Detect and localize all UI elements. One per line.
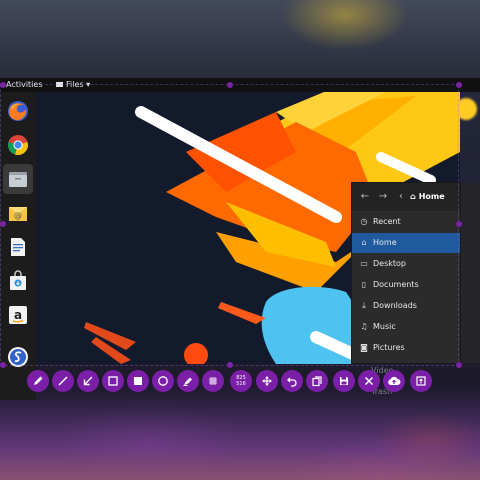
save-tool-button[interactable] [333, 370, 355, 392]
arrow-icon [83, 376, 93, 386]
chevron-left-icon: ‹ [399, 191, 403, 202]
sidebar-item-music[interactable]: ♫ Music [352, 317, 460, 337]
dock-item-software[interactable] [3, 266, 33, 296]
arrow-left-icon: ← [360, 191, 370, 202]
path-bar-home[interactable]: ⌂ Home [410, 189, 445, 205]
line-icon [58, 376, 68, 386]
line-tool-button[interactable] [52, 370, 74, 392]
writer-icon [11, 238, 25, 256]
pencil-tool-button[interactable] [27, 370, 49, 392]
activities-button[interactable]: Activities [6, 78, 43, 92]
blurred-bottom-area [0, 400, 480, 480]
music-icon: ♫ [360, 322, 368, 331]
blurred-top-area [0, 0, 480, 78]
sidebar-item-desktop[interactable]: ▭ Desktop [352, 254, 460, 274]
dock-item-chrome[interactable] [3, 130, 33, 160]
sidebar-item-label: Home [373, 238, 397, 247]
resize-handle-right[interactable] [456, 221, 462, 227]
cloud-upload-icon [388, 376, 401, 385]
selection-size-indicator: 825 516 [230, 370, 252, 392]
forward-button[interactable]: → [376, 189, 390, 205]
svg-text:a: a [14, 308, 22, 322]
software-icon [10, 270, 26, 290]
resize-handle-left[interactable] [0, 221, 6, 227]
dock: @ a [0, 92, 36, 400]
pin-tool-button[interactable] [410, 370, 432, 392]
close-icon [364, 376, 374, 386]
download-icon: ⤓ [362, 301, 366, 310]
pixelate-icon [209, 377, 217, 385]
marker-icon [183, 377, 192, 386]
rectangle-outline-icon [108, 376, 118, 386]
move-tool-button[interactable] [256, 370, 278, 392]
file-manager-window: ← → ‹ ⌂ Home ◷ Recent ⌂ Home ▭ Desktop ▯ Docu… [352, 183, 460, 363]
mail-icon: @ [9, 207, 27, 221]
sidebar-item-pictures[interactable]: ◙ Pictures [352, 338, 460, 358]
files-app-menu[interactable]: Files ▾ [56, 78, 90, 92]
dock-item-amazon[interactable]: a [3, 300, 33, 330]
sidebar-item-label: Documents [373, 280, 419, 289]
screenshot-toolbar: 825 516 [24, 368, 436, 394]
rectangle-filled-icon [134, 377, 142, 385]
sidebar-item-label: Recent [373, 217, 401, 226]
gnome-top-bar: Activities Files ▾ [0, 78, 480, 92]
copy-icon [312, 376, 322, 387]
sidebar-item-label: Music [373, 322, 396, 331]
sidebar-item-label: Pictures [373, 343, 405, 352]
sidebar-item-recent[interactable]: ◷ Recent [352, 212, 460, 232]
move-arrows-icon [262, 376, 272, 386]
marker-tool-button[interactable] [177, 370, 199, 392]
copy-tool-button[interactable] [306, 370, 328, 392]
resize-handle-top[interactable] [227, 82, 233, 88]
resize-handle-bottom-right[interactable] [456, 362, 462, 368]
dock-item-files[interactable] [3, 164, 33, 194]
filled-rectangle-tool-button[interactable] [127, 370, 149, 392]
resize-handle-top-right[interactable] [456, 82, 462, 88]
dock-item-mail[interactable]: @ [3, 198, 33, 228]
simplenote-icon [8, 347, 28, 367]
home-icon: ⌂ [410, 192, 416, 201]
camera-icon: ◙ [360, 343, 368, 352]
sidebar-item-label: Desktop [373, 259, 406, 268]
files-app-icon [56, 82, 63, 87]
document-icon: ▯ [361, 280, 367, 289]
sidebar-item-label: Downloads [373, 301, 417, 310]
floppy-disk-icon [340, 377, 348, 385]
arrow-right-icon: → [378, 191, 388, 202]
window-edge [459, 183, 480, 363]
upload-tool-button[interactable] [383, 370, 405, 392]
selection-height-label: 516 [236, 381, 246, 387]
rectangle-tool-button[interactable] [102, 370, 124, 392]
back-button[interactable]: ← [358, 189, 372, 205]
amazon-icon: a [9, 306, 27, 324]
undo-tool-button[interactable] [281, 370, 303, 392]
resize-handle-top-left[interactable] [0, 82, 6, 88]
close-tool-button[interactable] [358, 370, 380, 392]
dock-item-writer[interactable] [3, 232, 33, 262]
firefox-icon [8, 101, 28, 121]
pixelate-tool-button[interactable] [202, 370, 224, 392]
files-app-menu-label: Files ▾ [66, 80, 91, 89]
file-manager-header: ← → ‹ ⌂ Home [352, 183, 460, 211]
path-prev-button[interactable]: ‹ [396, 189, 406, 205]
clock-icon: ◷ [360, 217, 368, 226]
arrow-tool-button[interactable] [77, 370, 99, 392]
folder-icon: ▭ [360, 259, 368, 268]
home-icon: ⌂ [361, 238, 367, 247]
sidebar-item-documents[interactable]: ▯ Documents [352, 275, 460, 295]
dock-item-firefox[interactable] [3, 96, 33, 126]
sidebar-item-downloads[interactable]: ⤓ Downloads [352, 296, 460, 316]
circle-tool-button[interactable] [152, 370, 174, 392]
pencil-icon [34, 376, 43, 385]
chrome-icon [8, 135, 28, 155]
circle-icon [158, 376, 168, 386]
files-icon [9, 172, 27, 187]
undo-icon [287, 377, 297, 387]
pin-window-icon [416, 376, 426, 386]
sidebar-item-home[interactable]: ⌂ Home [352, 233, 460, 253]
svg-text:@: @ [14, 211, 22, 220]
path-label: Home [418, 192, 445, 201]
resize-handle-bottom-left[interactable] [0, 362, 6, 368]
